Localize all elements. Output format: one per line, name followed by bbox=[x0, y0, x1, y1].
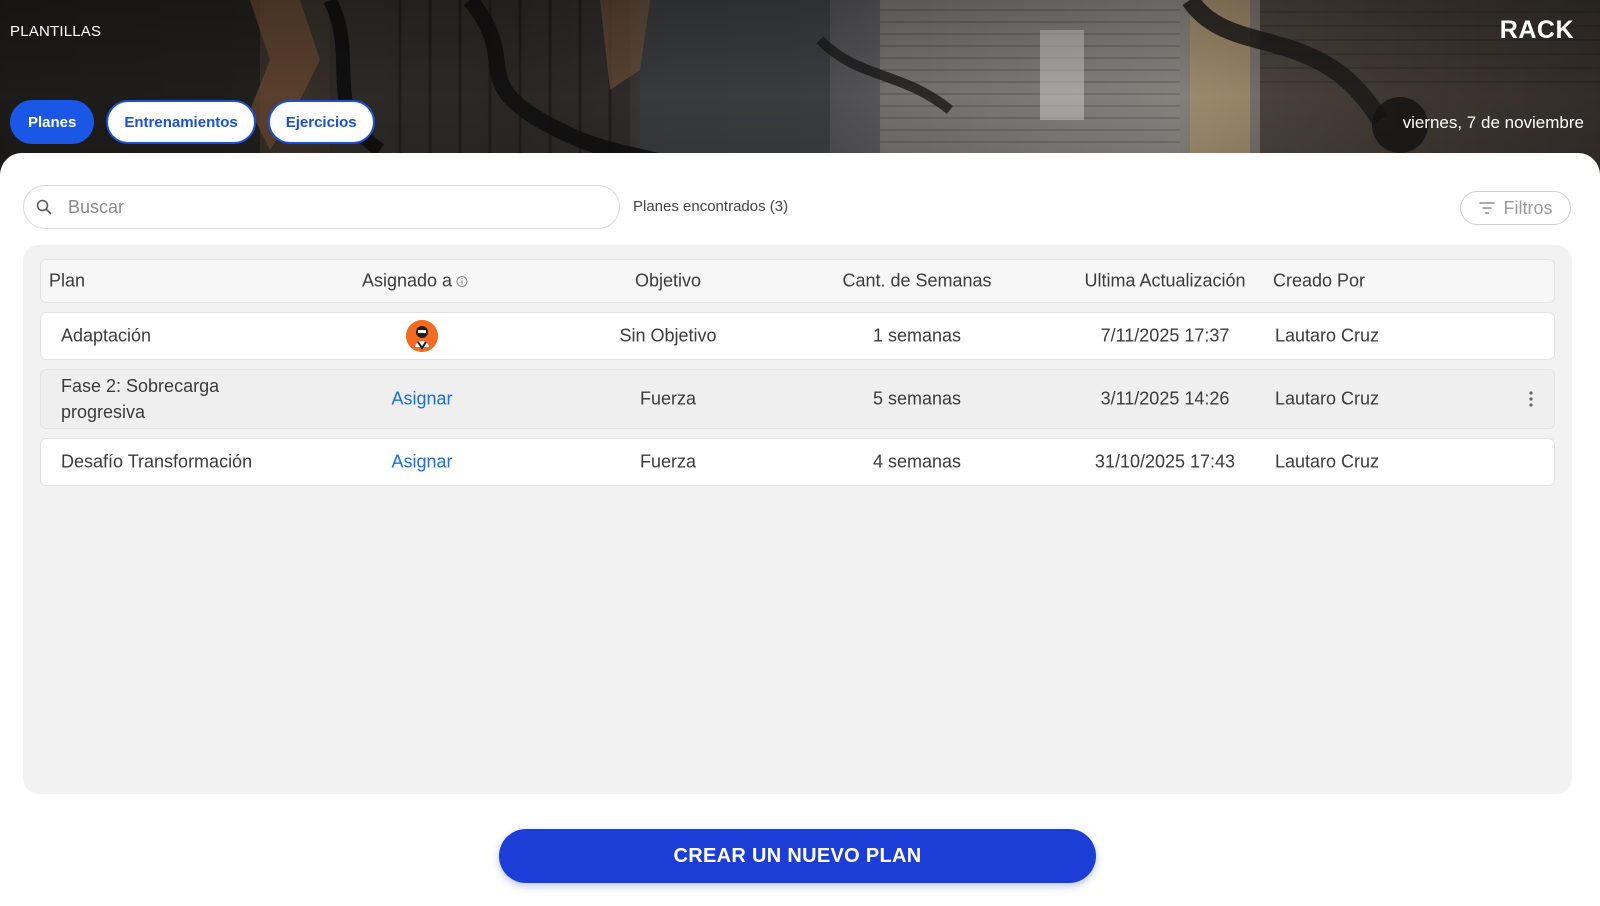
column-creator: Creado Por bbox=[1273, 270, 1366, 291]
plan-weeks: 4 semanas bbox=[872, 451, 962, 472]
info-icon[interactable] bbox=[456, 276, 468, 288]
column-plan: Plan bbox=[49, 270, 86, 291]
create-plan-button[interactable]: CREAR UN NUEVO PLAN bbox=[499, 829, 1096, 883]
filters-label: Filtros bbox=[1503, 197, 1553, 218]
page-section-title: PLANTILLAS bbox=[10, 23, 102, 40]
plan-name: Desafío Transformación bbox=[61, 451, 253, 472]
plan-objective: Fuerza bbox=[639, 388, 697, 409]
search-input[interactable] bbox=[68, 196, 588, 218]
table-row[interactable]: Fase 2: Sobrecarga progresiva Asignar Fu… bbox=[40, 369, 1555, 429]
tab-entrenamientos[interactable]: Entrenamientos bbox=[106, 100, 256, 144]
plans-table: Plan Asignado a Objetivo Cant. de Semana… bbox=[23, 245, 1572, 794]
table-row[interactable]: Adaptación Sin Objetivo 1 semanas 7/11/2… bbox=[40, 312, 1555, 360]
current-date: viernes, 7 de noviembre bbox=[1402, 113, 1584, 132]
column-weeks: Cant. de Semanas bbox=[842, 270, 992, 291]
plan-objective: Sin Objetivo bbox=[619, 325, 717, 346]
plan-weeks: 1 semanas bbox=[872, 325, 962, 346]
table-header: Plan Asignado a Objetivo Cant. de Semana… bbox=[40, 259, 1555, 303]
plan-updated: 31/10/2025 17:43 bbox=[1094, 451, 1236, 472]
search-icon bbox=[36, 199, 52, 215]
column-assigned-label: Asignado a bbox=[362, 270, 453, 291]
plan-name: Fase 2: Sobrecarga progresiva bbox=[61, 376, 220, 422]
column-assigned: Asignado a bbox=[362, 271, 468, 292]
assign-link[interactable]: Asignar bbox=[391, 452, 452, 473]
main-card: Planes encontrados (3) Filtros Plan Asig… bbox=[0, 153, 1600, 906]
plan-creator: Lautaro Cruz bbox=[1275, 451, 1380, 472]
user-avatar-icon bbox=[406, 320, 438, 352]
assigned-avatar-cell[interactable] bbox=[406, 320, 438, 352]
column-objective: Objetivo bbox=[634, 270, 702, 291]
more-vertical-icon[interactable] bbox=[1528, 390, 1534, 408]
tab-ejercicios[interactable]: Ejercicios bbox=[267, 100, 375, 144]
plan-updated: 3/11/2025 14:26 bbox=[1100, 388, 1230, 409]
avatar[interactable] bbox=[406, 320, 438, 352]
plan-creator: Lautaro Cruz bbox=[1275, 388, 1380, 409]
column-updated: Ultima Actualización bbox=[1084, 270, 1246, 291]
brand-logo: RACK bbox=[1499, 16, 1574, 44]
results-count: Planes encontrados (3) bbox=[633, 198, 789, 215]
template-tabs: Planes Entrenamientos Ejercicios bbox=[10, 100, 375, 144]
plan-objective: Fuerza bbox=[639, 451, 697, 472]
plan-name: Adaptación bbox=[61, 325, 152, 346]
search-box bbox=[23, 185, 620, 229]
tab-planes[interactable]: Planes bbox=[10, 100, 95, 144]
plan-weeks: 5 semanas bbox=[872, 388, 962, 409]
filter-icon bbox=[1478, 202, 1495, 214]
hero-banner: PLANTILLAS RACK viernes, 7 de noviembre … bbox=[0, 0, 1600, 175]
assign-link[interactable]: Asignar bbox=[391, 389, 452, 410]
filters-button[interactable]: Filtros bbox=[1460, 191, 1571, 225]
hero-overlay bbox=[0, 0, 1600, 175]
table-row[interactable]: Desafío Transformación Asignar Fuerza 4 … bbox=[40, 438, 1555, 486]
plan-updated: 7/11/2025 17:37 bbox=[1100, 325, 1230, 346]
plan-creator: Lautaro Cruz bbox=[1275, 325, 1380, 346]
